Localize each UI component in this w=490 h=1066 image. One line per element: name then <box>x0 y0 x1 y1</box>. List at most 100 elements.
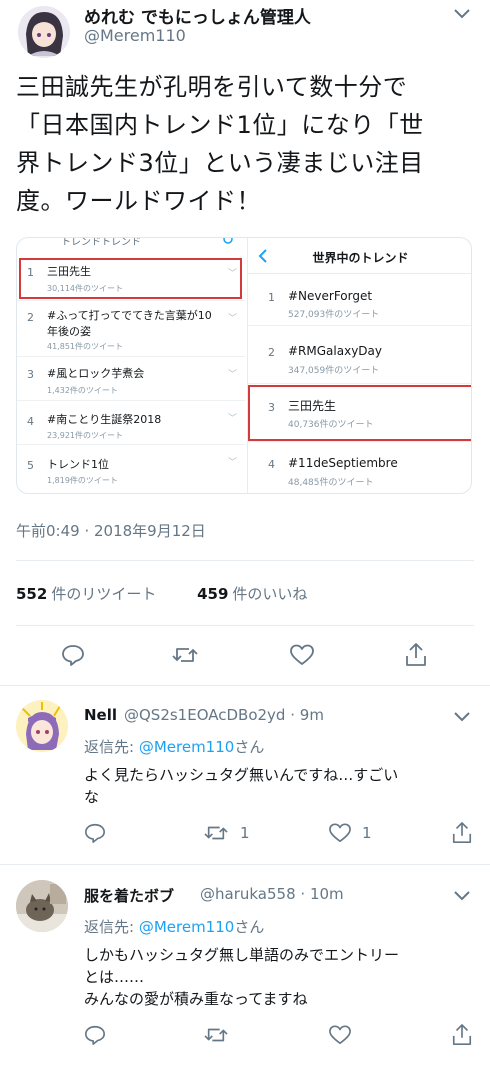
retweet-count[interactable]: 552 <box>16 585 47 603</box>
author-handle[interactable]: @Merem110 <box>84 26 186 45</box>
tweet-text-line: 三田誠先生が孔明を引いて数十分で <box>16 73 408 101</box>
reply-icon[interactable] <box>84 1024 106 1046</box>
world-trends-panel: 世界中のトレンド 1 #NeverForget 527,093件のツイート 2 … <box>247 238 471 493</box>
retweet-icon[interactable] <box>172 643 198 667</box>
trend-row[interactable]: 3 #風とロック芋煮会 1,432件のツイート ﹀ <box>17 357 245 401</box>
retweet-count[interactable]: 1 <box>240 824 250 842</box>
reply-suffix: さん <box>234 738 265 756</box>
chevron-down-icon[interactable] <box>452 709 472 723</box>
like-label[interactable]: 件のいいね <box>232 585 307 603</box>
reply-author-handle[interactable]: @haruka558 · 10m <box>200 885 344 903</box>
chevron-down-icon: ﹀ <box>227 414 237 424</box>
attached-image[interactable]: トレンドトレンド 1 三田先生 30,114件のツイート ﹀ 2 #ふって打って… <box>16 237 472 494</box>
reply-text: よく見たらハッシュタグ無いんですね…すごい な <box>84 764 479 808</box>
chevron-down-icon[interactable] <box>452 6 472 20</box>
reply-text-line: しかもハッシュタグ無し単語のみでエントリー <box>84 946 400 964</box>
chevron-down-icon: ﹀ <box>227 314 237 324</box>
japan-trends-panel: トレンドトレンド 1 三田先生 30,114件のツイート ﹀ 2 #ふって打って… <box>17 237 245 493</box>
share-icon[interactable] <box>451 821 473 845</box>
trend-row[interactable]: 2 #RMGalaxyDay 347,059件のツイート <box>248 326 471 384</box>
trend-count: 48,485件のツイート <box>288 478 374 488</box>
like-count[interactable]: 1 <box>362 824 372 842</box>
reply-icon[interactable] <box>61 643 85 667</box>
reply-text-line: な <box>84 788 100 806</box>
trend-count: 347,059件のツイート <box>288 366 380 376</box>
heart-icon[interactable] <box>328 822 352 844</box>
divider <box>0 685 490 686</box>
reply-text-line: みんなの愛が積み重なってますね <box>84 990 308 1008</box>
reply-prefix: 返信先: <box>84 738 139 756</box>
highlight-box <box>248 385 471 441</box>
retweet-icon[interactable] <box>204 1024 228 1046</box>
tweet-timestamp[interactable]: 午前0:49 · 2018年9月12日 <box>16 520 206 541</box>
divider <box>16 625 474 626</box>
share-icon[interactable] <box>451 1023 473 1047</box>
tweet-stats: 552 件のリツイート 459 件のいいね <box>16 583 307 604</box>
avatar[interactable] <box>16 700 68 752</box>
gear-icon <box>223 238 233 244</box>
share-icon[interactable] <box>404 642 428 668</box>
trend-count: 41,851件のツイート <box>47 342 123 351</box>
handle-text[interactable]: @QS2s1EOAcDBo2yd <box>124 706 285 724</box>
panel-header-cropped: トレンドトレンド <box>61 237 141 248</box>
trend-rank: 4 <box>268 458 275 471</box>
trend-name: #ふって打ってでてきた言葉が10 年後の姿 <box>47 309 212 338</box>
tweet-text-line: 「日本国内トレンド1位」になり「世 <box>16 111 424 139</box>
chevron-down-icon: ﹀ <box>227 370 237 380</box>
heart-icon[interactable] <box>289 643 315 667</box>
reply-author-name[interactable]: Nell <box>84 706 117 724</box>
highlight-box <box>19 258 242 299</box>
retweet-icon[interactable] <box>204 822 228 844</box>
divider <box>16 560 474 561</box>
avatar[interactable] <box>16 880 68 932</box>
trend-name: #NeverForget <box>288 289 373 303</box>
trend-count: 1,432件のツイート <box>47 386 118 395</box>
trend-rank: 1 <box>268 291 275 304</box>
trend-name: #南ことり生誕祭2018 <box>47 413 162 426</box>
handle-text[interactable]: @haruka558 <box>200 885 296 903</box>
trend-row[interactable]: 4 #南ことり生誕祭2018 23,921件のツイート ﹀ <box>17 401 245 445</box>
trend-count: 1,819件のツイート <box>47 476 118 485</box>
panel-title: 世界中のトレンド <box>312 251 409 265</box>
trend-name: #RMGalaxyDay <box>288 344 382 358</box>
trend-rank: 4 <box>27 415 34 428</box>
retweet-label[interactable]: 件のリツイート <box>51 585 156 603</box>
trend-row[interactable]: 4 #11deSeptiembre 48,485件のツイート <box>248 442 471 493</box>
divider <box>0 864 490 865</box>
heart-icon[interactable] <box>328 1024 352 1046</box>
trend-rank: 3 <box>27 368 34 381</box>
reply-text-line: とは…… <box>84 968 145 986</box>
reply-prefix: 返信先: <box>84 918 139 936</box>
chevron-down-icon: ﹀ <box>227 458 237 468</box>
trend-rank: 5 <box>27 459 34 472</box>
reply-author-handle[interactable]: @QS2s1EOAcDBo2yd · 9m <box>124 706 324 724</box>
trend-rank: 2 <box>27 311 34 324</box>
trend-row[interactable]: 5 トレンド1位 1,819件のツイート ﹀ <box>17 445 245 493</box>
reply-icon[interactable] <box>84 822 106 844</box>
reply-text: しかもハッシュタグ無し単語のみでエントリー とは…… みんなの愛が積み重なってま… <box>84 944 479 1010</box>
reply-author-name[interactable]: 服を着たボブ <box>84 885 174 906</box>
reply-text-line: よく見たらハッシュタグ無いんですね…すごい <box>84 766 399 784</box>
like-count[interactable]: 459 <box>197 585 228 603</box>
replying-to: 返信先: @Merem110さん <box>84 916 264 937</box>
trend-row[interactable]: 1 #NeverForget 527,093件のツイート <box>248 274 471 326</box>
trend-count: 527,093件のツイート <box>288 310 380 320</box>
trend-name: トレンド1位 <box>47 458 109 471</box>
author-name[interactable]: めれむ でもにっしょん管理人 <box>84 3 311 28</box>
chevron-down-icon[interactable] <box>452 888 472 902</box>
tweet-text-line: 界トレンド3位」という凄まじい注目 <box>16 149 424 177</box>
avatar[interactable] <box>18 6 70 58</box>
trend-rank: 2 <box>268 346 275 359</box>
replying-to: 返信先: @Merem110さん <box>84 736 264 757</box>
panel-header: 世界中のトレンド <box>248 238 471 274</box>
tweet-text: 三田誠先生が孔明を引いて数十分で 「日本国内トレンド1位」になり「世 界トレンド… <box>16 68 476 220</box>
trend-name: #11deSeptiembre <box>288 456 398 470</box>
reply-suffix: さん <box>234 918 265 936</box>
reply-time[interactable]: · 9m <box>290 706 324 724</box>
trend-row[interactable]: 2 #ふって打ってでてきた言葉が10 年後の姿 41,851件のツイート ﹀ <box>17 301 245 357</box>
mention-link[interactable]: @Merem110 <box>139 918 234 936</box>
mention-link[interactable]: @Merem110 <box>139 738 234 756</box>
reply-time[interactable]: · 10m <box>300 885 343 903</box>
tweet-text-line: 度。ワールドワイド！ <box>16 187 261 215</box>
trend-count: 23,921件のツイート <box>47 431 123 440</box>
